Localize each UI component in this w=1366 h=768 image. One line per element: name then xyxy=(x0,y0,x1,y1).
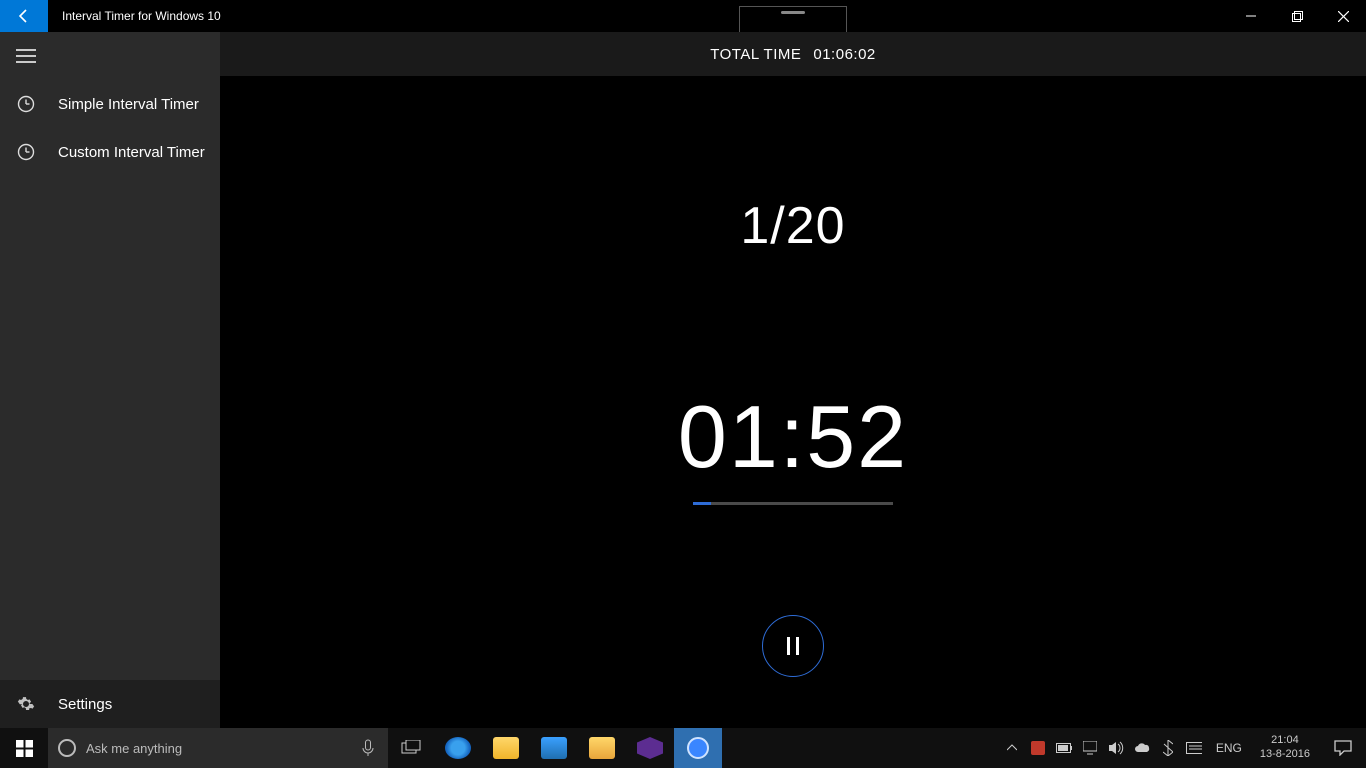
tray-onedrive-icon[interactable] xyxy=(1134,740,1150,756)
taskbar-app-visual-studio[interactable] xyxy=(626,728,674,768)
taskbar-app-interval-timer[interactable] xyxy=(674,728,722,768)
clock-icon xyxy=(16,143,36,161)
tray-bluetooth-icon[interactable] xyxy=(1160,740,1176,756)
main-area: TOTAL TIME 01:06:02 1/20 01:52 xyxy=(220,32,1366,728)
pause-button[interactable] xyxy=(762,615,824,677)
titlebar: Interval Timer for Windows 10 xyxy=(0,0,1366,32)
taskbar-app-icons xyxy=(434,728,722,768)
tray-volume-icon[interactable] xyxy=(1108,740,1124,756)
notifications-icon xyxy=(1334,740,1352,756)
close-button[interactable] xyxy=(1320,0,1366,32)
sidebar-item-custom-timer[interactable]: Custom Interval Timer xyxy=(0,128,220,176)
timer-icon xyxy=(687,737,709,759)
system-tray xyxy=(998,728,1208,768)
mic-icon xyxy=(362,739,374,757)
taskbar-app-store[interactable] xyxy=(530,728,578,768)
gear-icon xyxy=(16,695,36,713)
round-counter: 1/20 xyxy=(740,196,845,256)
clock-date: 13-8-2016 xyxy=(1260,748,1310,762)
hamburger-button[interactable] xyxy=(0,32,220,80)
taskbar: Ask me anything ENG 21:04 13-8-2016 xyxy=(0,728,1366,768)
cortana-icon xyxy=(58,739,76,757)
clock-time: 21:04 xyxy=(1271,734,1299,748)
pause-icon xyxy=(787,637,799,655)
header-strip: TOTAL TIME 01:06:02 xyxy=(220,32,1366,76)
app-body: Simple Interval Timer Custom Interval Ti… xyxy=(0,32,1366,728)
taskbar-app-explorer[interactable] xyxy=(482,728,530,768)
sidebar-item-label: Simple Interval Timer xyxy=(58,96,199,113)
sidebar-item-settings[interactable]: Settings xyxy=(0,680,220,728)
task-view-button[interactable] xyxy=(388,728,434,768)
back-button[interactable] xyxy=(0,0,48,32)
total-time-value: 01:06:02 xyxy=(813,46,875,63)
folder-icon xyxy=(493,737,519,759)
minimize-button[interactable] xyxy=(1228,0,1274,32)
sidebar: Simple Interval Timer Custom Interval Ti… xyxy=(0,32,220,728)
tray-app-icon[interactable] xyxy=(1030,740,1046,756)
taskbar-app-folder-open[interactable] xyxy=(578,728,626,768)
sidebar-item-label: Custom Interval Timer xyxy=(58,144,205,161)
total-time-label: TOTAL TIME xyxy=(710,46,801,63)
hamburger-icon xyxy=(16,49,36,63)
search-placeholder: Ask me anything xyxy=(86,741,182,756)
folder-open-icon xyxy=(589,737,615,759)
start-button[interactable] xyxy=(0,728,48,768)
store-icon xyxy=(541,737,567,759)
task-view-icon xyxy=(401,740,421,756)
windows-icon xyxy=(16,740,33,757)
progress-bar xyxy=(693,502,893,505)
drag-handle-icon xyxy=(781,11,805,14)
app-title: Interval Timer for Windows 10 xyxy=(48,0,221,32)
sidebar-item-simple-timer[interactable]: Simple Interval Timer xyxy=(0,80,220,128)
tray-battery-icon[interactable] xyxy=(1056,740,1072,756)
drag-handle[interactable] xyxy=(739,6,847,32)
countdown-time: 01:52 xyxy=(678,386,908,488)
action-center-button[interactable] xyxy=(1320,728,1366,768)
visual-studio-icon xyxy=(637,737,663,759)
tray-network-icon[interactable] xyxy=(1082,740,1098,756)
edge-icon xyxy=(445,737,471,759)
taskbar-clock[interactable]: 21:04 13-8-2016 xyxy=(1250,728,1320,768)
maximize-button[interactable] xyxy=(1274,0,1320,32)
tray-chevron-up-icon[interactable] xyxy=(1004,740,1020,756)
taskbar-app-edge[interactable] xyxy=(434,728,482,768)
mic-button[interactable] xyxy=(348,728,388,768)
progress-fill xyxy=(693,502,711,505)
clock-icon xyxy=(16,95,36,113)
sidebar-item-label: Settings xyxy=(58,696,112,713)
language-indicator[interactable]: ENG xyxy=(1208,728,1250,768)
cortana-search[interactable]: Ask me anything xyxy=(48,728,348,768)
tray-keyboard-icon[interactable] xyxy=(1186,740,1202,756)
